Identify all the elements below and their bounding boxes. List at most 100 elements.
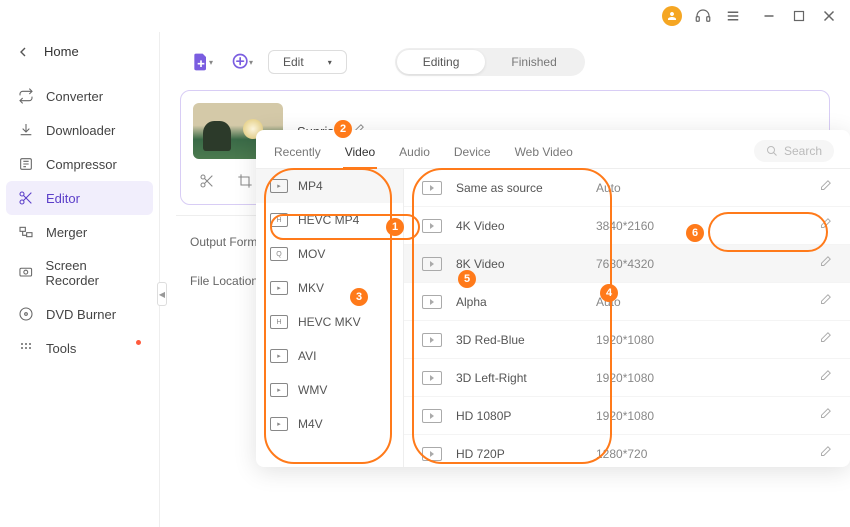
edit-preset-icon[interactable] <box>818 445 832 462</box>
format-item-avi[interactable]: ▸AVI <box>256 339 403 373</box>
tab-video[interactable]: Video <box>343 141 377 169</box>
headset-icon[interactable] <box>694 7 712 25</box>
sidebar-item-editor[interactable]: Editor <box>6 181 153 215</box>
format-item-hevc-mkv[interactable]: HHEVC MKV <box>256 305 403 339</box>
play-icon <box>422 295 442 309</box>
format-item-mp4[interactable]: ▸MP4 <box>256 169 403 203</box>
scissors-icon <box>18 190 34 206</box>
callout-3: 3 <box>350 288 368 306</box>
download-icon <box>18 122 34 138</box>
tab-audio[interactable]: Audio <box>397 141 432 167</box>
play-icon <box>422 181 442 195</box>
grid-icon <box>18 340 34 356</box>
edit-preset-icon[interactable] <box>818 255 832 272</box>
search-icon <box>766 145 778 157</box>
maximize-button[interactable] <box>790 7 808 25</box>
play-icon <box>422 371 442 385</box>
format-icon: H <box>270 315 288 329</box>
crop-icon[interactable] <box>237 173 253 192</box>
sidebar-home[interactable]: Home <box>0 36 159 67</box>
format-item-mov[interactable]: QMOV <box>256 237 403 271</box>
edit-dropdown[interactable]: Edit ▾ <box>268 50 347 74</box>
resolution-item[interactable]: 3D Red-Blue1920*1080 <box>404 321 850 359</box>
resolution-item[interactable]: 4K Video3840*2160 <box>404 207 850 245</box>
popup-search[interactable]: Search <box>754 140 834 162</box>
edit-preset-icon[interactable] <box>818 179 832 196</box>
sidebar-item-compressor[interactable]: Compressor <box>0 147 159 181</box>
resolution-list: Same as sourceAuto 4K Video3840*2160 8K … <box>404 169 850 467</box>
sidebar-item-label: Compressor <box>46 157 117 172</box>
format-icon: ▸ <box>270 349 288 363</box>
sidebar-item-downloader[interactable]: Downloader <box>0 113 159 147</box>
user-avatar-icon[interactable] <box>662 6 682 26</box>
format-icon: ▸ <box>270 417 288 431</box>
play-icon <box>422 333 442 347</box>
edit-preset-icon[interactable] <box>818 293 832 310</box>
format-item-hevc-mp4[interactable]: HHEVC MP4 <box>256 203 403 237</box>
disc-icon <box>18 306 34 322</box>
callout-1: 1 <box>386 218 404 236</box>
edit-preset-icon[interactable] <box>818 369 832 386</box>
sidebar-home-label: Home <box>44 44 79 59</box>
converter-icon <box>18 88 34 104</box>
sidebar-item-label: Screen Recorder <box>46 258 141 288</box>
segment-finished[interactable]: Finished <box>485 50 582 74</box>
chevron-down-icon: ▾ <box>328 58 332 67</box>
sidebar-item-label: Merger <box>46 225 87 240</box>
compressor-icon <box>18 156 34 172</box>
sidebar: Home Converter Downloader Compressor Edi… <box>0 32 160 527</box>
status-segment: Editing Finished <box>395 48 585 76</box>
segment-editing[interactable]: Editing <box>397 50 486 74</box>
format-item-mkv[interactable]: ▸MKV <box>256 271 403 305</box>
sidebar-item-label: Converter <box>46 89 103 104</box>
edit-preset-icon[interactable] <box>818 331 832 348</box>
play-icon <box>422 257 442 271</box>
sidebar-item-screen-recorder[interactable]: Screen Recorder <box>0 249 159 297</box>
resolution-item[interactable]: HD 1080P1920*1080 <box>404 397 850 435</box>
recorder-icon <box>18 265 34 281</box>
toolbar: ▾ ▾ Edit ▾ Editing Finished <box>176 40 834 84</box>
format-popup: Recently Video Audio Device Web Video Se… <box>256 130 850 467</box>
add-file-button[interactable]: ▾ <box>188 48 216 76</box>
format-icon: H <box>270 213 288 227</box>
resolution-item[interactable]: 3D Left-Right1920*1080 <box>404 359 850 397</box>
close-button[interactable] <box>820 7 838 25</box>
tab-device[interactable]: Device <box>452 141 493 167</box>
edit-preset-icon[interactable] <box>818 217 832 234</box>
play-icon <box>422 219 442 233</box>
search-placeholder: Search <box>784 144 822 158</box>
chevron-left-icon <box>18 47 28 57</box>
format-icon: ▸ <box>270 383 288 397</box>
menu-icon[interactable] <box>724 7 742 25</box>
play-icon <box>422 409 442 423</box>
format-icon: ▸ <box>270 281 288 295</box>
sidebar-item-label: Downloader <box>46 123 115 138</box>
cut-icon[interactable] <box>199 173 215 192</box>
notification-dot <box>136 340 141 345</box>
content-area: ▾ ▾ Edit ▾ Editing Finished Sunrise <box>160 32 850 527</box>
format-item-m4v[interactable]: ▸M4V <box>256 407 403 441</box>
callout-2: 2 <box>334 120 352 138</box>
callout-4: 4 <box>600 284 618 302</box>
minimize-button[interactable] <box>760 7 778 25</box>
format-item-wmv[interactable]: ▸WMV <box>256 373 403 407</box>
tab-recently[interactable]: Recently <box>272 141 323 167</box>
resolution-item[interactable]: HD 720P1280*720 <box>404 435 850 467</box>
sidebar-item-merger[interactable]: Merger <box>0 215 159 249</box>
edit-dropdown-label: Edit <box>283 55 304 69</box>
sidebar-item-label: Editor <box>46 191 80 206</box>
callout-5: 5 <box>458 270 476 288</box>
sidebar-item-label: DVD Burner <box>46 307 116 322</box>
sidebar-item-converter[interactable]: Converter <box>0 79 159 113</box>
sidebar-item-tools[interactable]: Tools <box>0 331 159 365</box>
format-icon: ▸ <box>270 179 288 193</box>
edit-preset-icon[interactable] <box>818 407 832 424</box>
resolution-item[interactable]: AlphaAuto <box>404 283 850 321</box>
add-folder-button[interactable]: ▾ <box>228 48 256 76</box>
sidebar-item-label: Tools <box>46 341 76 356</box>
format-list: ▸MP4 HHEVC MP4 QMOV ▸MKV HHEVC MKV ▸AVI … <box>256 169 404 467</box>
titlebar <box>0 0 850 32</box>
resolution-item[interactable]: Same as sourceAuto <box>404 169 850 207</box>
sidebar-item-dvd-burner[interactable]: DVD Burner <box>0 297 159 331</box>
tab-webvideo[interactable]: Web Video <box>513 141 575 167</box>
